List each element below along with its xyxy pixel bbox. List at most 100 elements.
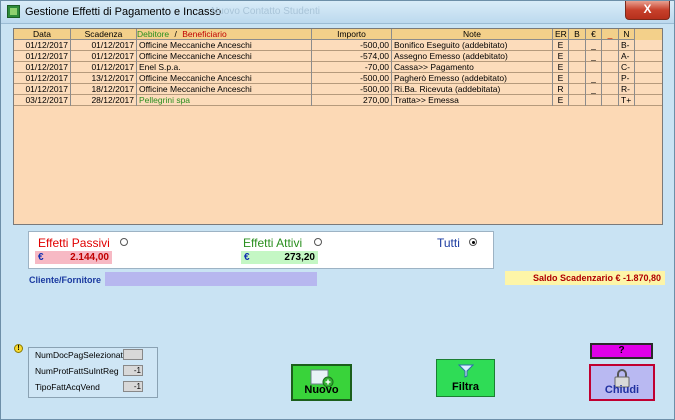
cell-scadenza: 01/12/2017: [71, 51, 137, 62]
table-row[interactable]: 01/12/2017 01/12/2017 Officine Meccaniche …: [14, 40, 662, 51]
cell-n: R-: [619, 84, 635, 95]
cell-n: P-: [619, 73, 635, 84]
cell-b: [569, 40, 586, 51]
close-button[interactable]: X: [625, 1, 670, 20]
slash-separator: /: [174, 29, 177, 39]
cell-b: [569, 51, 586, 62]
col-header-n[interactable]: N: [619, 29, 635, 40]
effetti-attivi-radio[interactable]: [314, 238, 322, 246]
col-header-importo[interactable]: Importo: [312, 29, 392, 40]
cell-data: 01/12/2017: [14, 73, 71, 84]
chiudi-button[interactable]: Chiudi: [589, 364, 655, 401]
cliente-fornitore-label: Cliente/Fornitore: [29, 275, 102, 285]
cell-euro: _: [586, 84, 602, 95]
background-window-title: Nuovo Contatto Studenti: [211, 6, 320, 17]
cell-importo: -70,00: [312, 62, 392, 73]
cell-data: 03/12/2017: [14, 95, 71, 106]
cell-importo: -500,00: [312, 84, 392, 95]
main-window: Gestione Effetti di Pagamento e Incasso …: [0, 0, 675, 420]
cell-note: Assegno Emesso (addebitato): [392, 51, 553, 62]
col-header-debitore-beneficiario[interactable]: Debitore / Beneficiario: [137, 29, 312, 40]
cell-importo: -500,00: [312, 73, 392, 84]
chiudi-label: Chiudi: [604, 384, 640, 396]
cell-euro: _: [586, 40, 602, 51]
filter-panel: Effetti Passivi € 2.144,00 Effetti Attiv…: [28, 231, 494, 269]
info-label-numdocpag: NumDocPagSelezionato: [35, 350, 128, 360]
info-value-numdocpag: [123, 349, 143, 360]
cell-er: E: [553, 73, 569, 84]
cell-scadenza: 18/12/2017: [71, 84, 137, 95]
cell-nome: Officine Meccaniche Anceschi: [137, 73, 312, 84]
title-bar: Gestione Effetti di Pagamento e Incasso …: [1, 1, 674, 24]
cell-er: E: [553, 51, 569, 62]
col-header-note[interactable]: Note: [392, 29, 553, 40]
tutti-label: Tutti: [437, 236, 460, 250]
table-row[interactable]: 03/12/2017 28/12/2017 Pellegrini spa 270,00…: [14, 95, 662, 106]
debitore-label: Debitore: [137, 29, 170, 39]
cell-b: [569, 84, 586, 95]
cell-dash: [602, 84, 619, 95]
cell-nome: Officine Meccaniche Anceschi: [137, 84, 312, 95]
cell-er: R: [553, 84, 569, 95]
filtra-button[interactable]: Filtra: [436, 359, 495, 397]
effetti-passivi-radio[interactable]: [120, 238, 128, 246]
cell-data: 01/12/2017: [14, 62, 71, 73]
table-row[interactable]: 01/12/2017 01/12/2017 Officine Meccaniche …: [14, 51, 662, 62]
effetti-passivi-value: 2.144,00: [70, 252, 109, 263]
cell-dash: [602, 95, 619, 106]
cell-n: C-: [619, 62, 635, 73]
cell-b: [569, 73, 586, 84]
cell-euro: _: [586, 51, 602, 62]
nuovo-button[interactable]: Nuovo: [291, 364, 352, 401]
info-label-tipofatt: TipoFattAcqVend: [35, 382, 100, 392]
cell-nome: Officine Meccaniche Anceschi: [137, 51, 312, 62]
cell-scadenza: 01/12/2017: [71, 62, 137, 73]
table-row[interactable]: 01/12/2017 18/12/2017 Officine Meccaniche …: [14, 84, 662, 95]
col-header-data[interactable]: Data: [14, 29, 71, 40]
cell-dash: [602, 40, 619, 51]
effetti-attivi-label: Effetti Attivi: [243, 236, 303, 250]
info-label-numprotfatt: NumProtFattSuIntReg: [35, 366, 119, 376]
cell-data: 01/12/2017: [14, 51, 71, 62]
cell-note: Pagherò Emesso (addebitato): [392, 73, 553, 84]
help-button[interactable]: ?: [590, 343, 653, 359]
effetti-grid[interactable]: Data Scadenza Debitore / Beneficiario Im…: [13, 28, 663, 225]
cell-note: Tratta>> Emessa: [392, 95, 553, 106]
col-header-dash[interactable]: _: [602, 29, 619, 40]
tutti-radio[interactable]: [469, 238, 477, 246]
table-row[interactable]: 01/12/2017 01/12/2017 Enel S.p.a. -70,00 Cas…: [14, 62, 662, 73]
col-header-scadenza[interactable]: Scadenza: [71, 29, 137, 40]
cell-nome: Enel S.p.a.: [137, 62, 312, 73]
cell-n: B-: [619, 40, 635, 51]
cell-scadenza: 01/12/2017: [71, 40, 137, 51]
cell-euro: [586, 95, 602, 106]
col-header-euro[interactable]: €: [586, 29, 602, 40]
cell-b: [569, 62, 586, 73]
col-header-b[interactable]: B: [569, 29, 586, 40]
cell-note: Ri.Ba. Ricevuta (addebitata): [392, 84, 553, 95]
window-title: Gestione Effetti di Pagamento e Incasso: [25, 6, 222, 18]
cell-importo: -574,00: [312, 51, 392, 62]
beneficiario-label: Beneficiario: [182, 29, 227, 39]
cell-b: [569, 95, 586, 106]
cliente-fornitore-field[interactable]: [105, 272, 317, 286]
cell-nome: Pellegrini spa: [137, 95, 312, 106]
effetti-passivi-amount: € 2.144,00: [35, 251, 112, 264]
col-header-er[interactable]: ER: [553, 29, 569, 40]
euro-symbol: €: [244, 252, 250, 263]
cell-importo: -500,00: [312, 40, 392, 51]
table-row[interactable]: 01/12/2017 13/12/2017 Officine Meccaniche …: [14, 73, 662, 84]
nuovo-label: Nuovo: [304, 384, 339, 396]
cell-data: 01/12/2017: [14, 40, 71, 51]
effetti-attivi-amount: € 273,20: [241, 251, 318, 264]
cell-dash: [602, 73, 619, 84]
cell-dash: [602, 62, 619, 73]
info-value-numprotfatt: -1: [123, 365, 143, 376]
cell-scadenza: 13/12/2017: [71, 73, 137, 84]
cell-note: Bonifico Eseguito (addebitato): [392, 40, 553, 51]
warning-icon: !: [14, 344, 23, 353]
info-value-tipofatt: -1: [123, 381, 143, 392]
effetti-passivi-label: Effetti Passivi: [38, 236, 110, 250]
cell-er: E: [553, 62, 569, 73]
effetti-attivi-value: 273,20: [284, 252, 315, 263]
